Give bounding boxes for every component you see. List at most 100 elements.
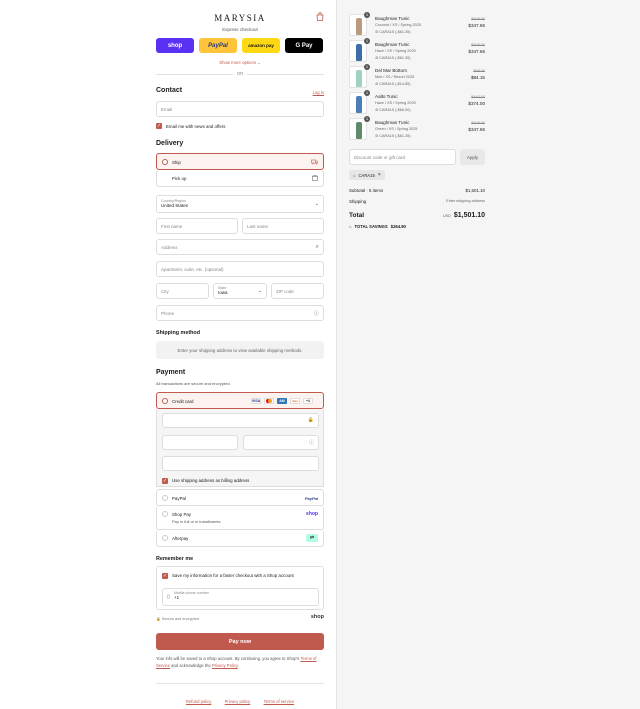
afterpay-icon: ⇄ bbox=[306, 534, 318, 542]
save-info-label: Save my information for a faster checkou… bbox=[172, 573, 294, 578]
name-on-card-field[interactable] bbox=[162, 456, 319, 471]
discount-tag-icon: ⊘ bbox=[375, 56, 379, 60]
last-name-field[interactable]: Last name bbox=[242, 218, 324, 234]
shipping-method-note: Enter your shipping address to view avai… bbox=[156, 341, 324, 359]
shipping-label: Shipping bbox=[349, 199, 367, 204]
login-link[interactable]: Log in bbox=[313, 90, 324, 95]
mobile-phone-field[interactable]: ▯ Mobile phone number +1 bbox=[162, 588, 319, 606]
privacy-policy-link[interactable]: Privacy Policy bbox=[212, 663, 238, 668]
state-select[interactable]: State Iowa ⌄ bbox=[213, 283, 267, 299]
quantity-badge: 1 bbox=[364, 12, 370, 18]
save-info-checkbox[interactable]: ✓ bbox=[162, 573, 168, 579]
credit-card-option[interactable]: Credit card VISA AM disc +4 bbox=[156, 392, 324, 409]
amex-icon: AM bbox=[277, 398, 287, 404]
sale-price: $374.00 bbox=[468, 101, 485, 106]
mobile-phone-value: +1 bbox=[174, 595, 180, 600]
zip-field[interactable]: ZIP code bbox=[271, 283, 324, 299]
original-price: $409.00 bbox=[471, 43, 485, 47]
phone-icon: ▯ bbox=[167, 594, 170, 600]
product-discount-code: CARA15 (-$61.35) bbox=[379, 134, 411, 138]
remember-me-heading: Remember me bbox=[156, 556, 194, 562]
sale-price: $347.65 bbox=[468, 127, 485, 132]
shop-pay-radio[interactable] bbox=[162, 511, 168, 517]
ship-option[interactable]: Ship bbox=[156, 153, 324, 170]
discount-tag: ⌂ CARA15 × bbox=[349, 170, 385, 180]
help-icon[interactable]: ⓘ bbox=[309, 439, 314, 446]
shopping-bag-icon[interactable] bbox=[316, 12, 324, 21]
line-items: 1 Baughman Tunic Coconut / XS / Spring 2… bbox=[349, 12, 485, 144]
amazon-pay-button[interactable]: amazon pay bbox=[242, 38, 280, 53]
shipping-method-heading: Shipping method bbox=[156, 330, 201, 336]
paypal-radio[interactable] bbox=[162, 495, 168, 501]
product-name: Baughman Tunic bbox=[375, 42, 410, 47]
afterpay-radio[interactable] bbox=[162, 535, 168, 541]
paypal-label: PayPal bbox=[172, 496, 186, 501]
email-field[interactable]: Email bbox=[156, 101, 324, 117]
pickup-label: Pick up bbox=[172, 176, 187, 181]
credit-card-radio[interactable] bbox=[162, 398, 168, 404]
phone-placeholder: Phone bbox=[161, 310, 175, 316]
pay-now-button[interactable]: Pay now bbox=[156, 633, 324, 650]
billing-same-checkbox[interactable]: ✓ bbox=[162, 478, 168, 484]
secure-encrypted-label: 🔒 Secure and encrypted bbox=[156, 616, 199, 621]
phone-field[interactable]: Phone ⓘ bbox=[156, 305, 324, 321]
chevron-down-icon: ⌄ bbox=[257, 288, 262, 294]
product-discount-code: CARA15 (-$66.00) bbox=[379, 108, 411, 112]
shipping-value: Enter shipping address bbox=[446, 199, 485, 203]
discount-tag-icon: ⊘ bbox=[375, 108, 379, 112]
news-checkbox-label: Email me with news and offers bbox=[166, 124, 226, 129]
product-discount: ⊘ CARA15 (-$61.35) bbox=[375, 55, 410, 60]
show-more-options-link[interactable]: Show more options ⌄ bbox=[156, 60, 324, 66]
product-variant: Haze / XS / Spring 2025 bbox=[375, 49, 416, 53]
product-garment-shape bbox=[356, 44, 362, 61]
google-pay-button[interactable]: G Pay bbox=[285, 38, 323, 53]
expiration-field[interactable] bbox=[162, 435, 238, 450]
afterpay-option[interactable]: Afterpay ⇄ bbox=[156, 530, 324, 547]
afterpay-label: Afterpay bbox=[172, 536, 189, 541]
city-field[interactable]: City bbox=[156, 283, 209, 299]
ship-radio[interactable] bbox=[162, 159, 168, 165]
product-discount-code: CARA15 (-$61.35) bbox=[379, 30, 411, 34]
express-checkout-label: Express checkout bbox=[222, 27, 258, 32]
discover-icon: disc bbox=[290, 398, 300, 404]
paypal-button[interactable]: PayPal bbox=[199, 38, 237, 53]
pickup-option[interactable]: Pick up bbox=[156, 170, 324, 187]
discount-field[interactable]: Discount code or gift card bbox=[349, 149, 456, 165]
store-logo[interactable]: MARYSIA bbox=[156, 13, 324, 23]
shop-pay-button[interactable]: shop bbox=[156, 38, 194, 53]
footer-divider bbox=[156, 683, 324, 684]
quantity-badge: 1 bbox=[364, 116, 370, 122]
payment-subtitle: All transactions are secure and encrypte… bbox=[156, 381, 231, 386]
first-name-field[interactable]: First name bbox=[156, 218, 238, 234]
product-variant: Mint / XS / Resort 2025 bbox=[375, 75, 415, 79]
address-placeholder: Address bbox=[161, 244, 178, 250]
paypal-option[interactable]: PayPal PayPal bbox=[156, 489, 324, 506]
refund-policy-link[interactable]: Refund policy bbox=[186, 699, 211, 704]
line-item: 1 Del Mar Bottom Mint / XS / Resort 2025… bbox=[349, 64, 485, 92]
savings-label: TOTAL SAVINGS bbox=[354, 224, 388, 229]
help-icon[interactable]: ⓘ bbox=[314, 310, 319, 317]
country-select[interactable]: Country/Region United States ⌄ bbox=[156, 195, 324, 213]
lock-icon: 🔒 bbox=[307, 417, 314, 423]
apartment-field[interactable]: Apartment, suite, etc. (optional) bbox=[156, 261, 324, 277]
ship-label: Ship bbox=[172, 160, 181, 165]
store-icon bbox=[312, 175, 318, 181]
security-code-field[interactable]: ⓘ bbox=[243, 435, 319, 450]
subtotal-value: $1,501.10 bbox=[465, 188, 485, 193]
product-garment-shape bbox=[356, 18, 362, 35]
privacy-policy-footer-link[interactable]: Privacy policy bbox=[225, 699, 251, 704]
contact-heading: Contact bbox=[156, 87, 183, 94]
remove-discount-icon[interactable]: × bbox=[378, 172, 381, 178]
discount-tag-icon: ⊘ bbox=[375, 82, 379, 86]
visa-icon: VISA bbox=[251, 398, 261, 404]
shop-pay-option[interactable]: Shop Pay Pay in full or in installments … bbox=[156, 506, 324, 530]
apply-button[interactable]: Apply bbox=[460, 149, 485, 165]
discount-tag-code: CARA15 bbox=[358, 172, 375, 178]
news-checkbox[interactable]: ✓ bbox=[156, 123, 162, 129]
more-cards-badge: +4 bbox=[303, 398, 313, 404]
address-field[interactable]: Address ⌕ bbox=[156, 239, 324, 255]
product-garment-shape bbox=[356, 70, 362, 87]
terms-of-service-footer-link[interactable]: Terms of service bbox=[264, 699, 294, 704]
card-number-field[interactable]: 🔒 bbox=[162, 413, 319, 428]
product-discount: ⊘ CARA15 (-$61.35) bbox=[375, 133, 410, 138]
